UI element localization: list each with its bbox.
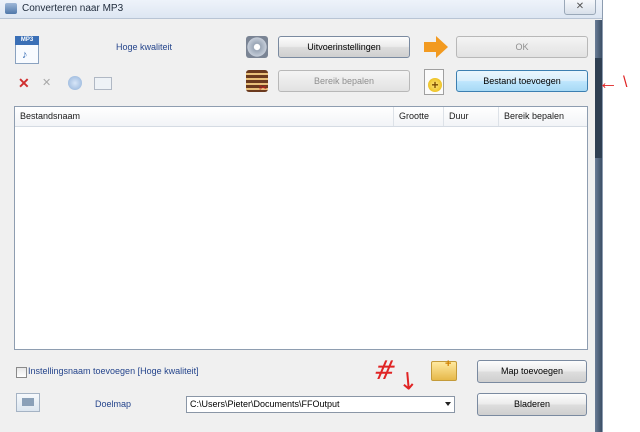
column-header-range[interactable]: Bereik bepalen: [499, 107, 587, 126]
converter-window: Converteren naar MP3 ✕ MP3 ♪ Hoge kwalit…: [0, 0, 603, 432]
destination-path-dropdown[interactable]: C:\Users\Pieter\Documents\FFOutput: [186, 396, 455, 413]
play-icon[interactable]: [68, 76, 82, 90]
file-list[interactable]: Bestandsnaam Grootte Duur Bereik bepalen: [14, 106, 588, 350]
add-setting-name-checkbox[interactable]: [16, 367, 27, 378]
app-icon: [5, 3, 17, 14]
destination-path-value: C:\Users\Pieter\Documents\FFOutput: [190, 399, 340, 409]
title-bar: Converteren naar MP3 ✕: [0, 0, 602, 19]
music-note-icon: ♪: [22, 49, 28, 61]
destination-folder-icon[interactable]: [16, 393, 40, 412]
set-range-button[interactable]: Bereik bepalen: [278, 70, 410, 92]
quality-label: Hoge kwaliteit: [116, 42, 173, 52]
destination-label: Doelmap: [95, 399, 132, 409]
convert-arrow-icon: [424, 36, 448, 58]
output-settings-button[interactable]: Uitvoerinstellingen: [278, 36, 410, 58]
annotation-left-arrow-icon: ←: [598, 72, 618, 94]
dropdown-arrow-icon[interactable]: [445, 402, 451, 406]
new-folder-icon: +: [431, 358, 457, 381]
annotation-mark: \: [623, 74, 628, 91]
browse-button[interactable]: Bladeren: [477, 393, 587, 416]
delete-icon[interactable]: ✕: [18, 76, 32, 90]
add-file-button[interactable]: Bestand toevoegen: [456, 70, 588, 92]
disc-settings-icon: [246, 36, 268, 58]
window-title: Converteren naar MP3: [22, 3, 124, 14]
column-header-filename[interactable]: Bestandsnaam: [15, 107, 394, 126]
info-icon[interactable]: [94, 77, 112, 90]
mp3-format-icon: MP3 ♪: [15, 36, 39, 64]
add-folder-button[interactable]: Map toevoegen: [477, 360, 587, 383]
column-header-duration[interactable]: Duur: [444, 107, 499, 126]
remove-icon[interactable]: ✕: [42, 76, 56, 90]
scissors-icon: ✂: [259, 83, 268, 94]
film-cut-icon: ✂: [246, 70, 268, 94]
add-setting-name-label[interactable]: Instellingsnaam toevoegen [Hoge kwalitei…: [28, 366, 199, 376]
add-file-icon: +: [424, 69, 444, 95]
column-header-size[interactable]: Grootte: [394, 107, 444, 126]
mp3-format-label: MP3: [15, 36, 39, 45]
list-header: Bestandsnaam Grootte Duur Bereik bepalen: [15, 107, 587, 127]
close-button[interactable]: ✕: [564, 0, 596, 15]
ok-button[interactable]: OK: [456, 36, 588, 58]
